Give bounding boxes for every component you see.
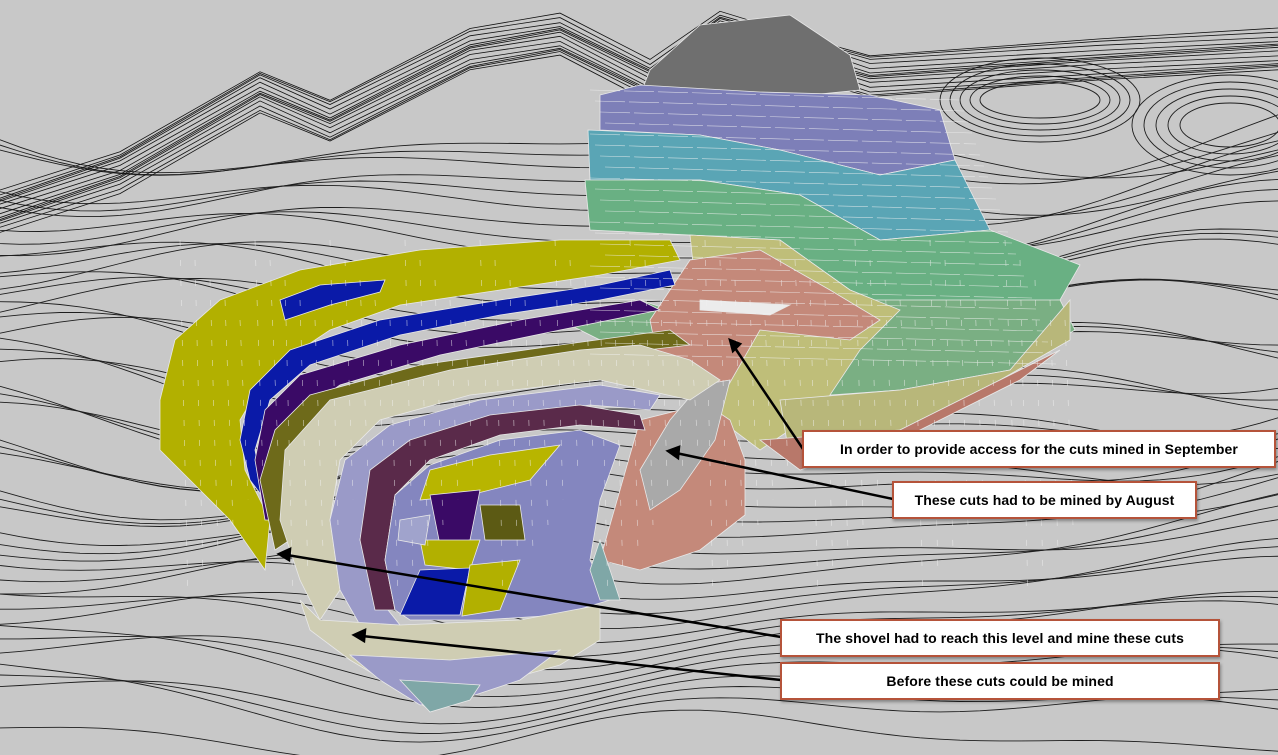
callout-september-access: In order to provide access for the cuts … [802,430,1276,468]
callout-before-cuts: Before these cuts could be mined [780,662,1220,700]
callout-august-cuts: These cuts had to be mined by August [892,481,1197,519]
pit-model-viewport[interactable]: In order to provide access for the cuts … [0,0,1278,755]
callout-shovel-level: The shovel had to reach this level and m… [780,619,1220,657]
